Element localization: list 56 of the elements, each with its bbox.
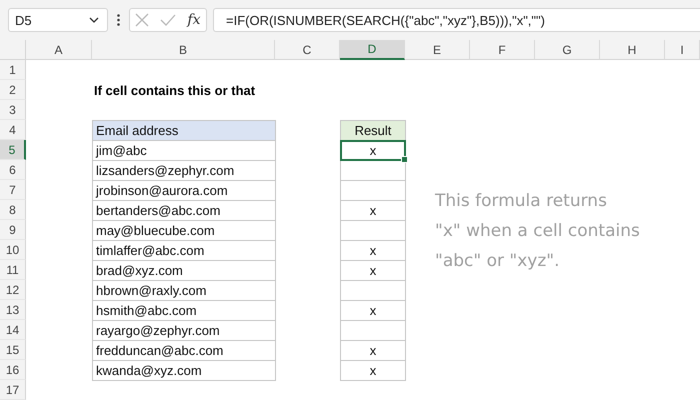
note-text: This formula returns "x" when a cell contains "abc" or "xyz". [434, 190, 641, 273]
formula-field[interactable]: =IF(OR(ISNUMBER(SEARCH({"abc","xyz"},B5))),"x","") [213, 8, 700, 32]
table-cell: jrobinson@aurora.com [92, 180, 276, 201]
row-header[interactable]: 8 [0, 200, 26, 220]
table-cell: timlaffer@abc.com [92, 240, 276, 261]
row-header[interactable]: 3 [0, 100, 26, 120]
column-header[interactable]: I [665, 40, 700, 60]
column-header[interactable]: E [405, 40, 470, 60]
sheet-title: If cell contains this or that [93, 82, 256, 100]
table-cell: kwanda@xyz.com [92, 360, 276, 381]
table-cell: x [340, 240, 406, 261]
insert-function-button[interactable]: fx [187, 12, 200, 28]
row-header[interactable]: 15 [0, 340, 26, 360]
row-header[interactable]: 5 [0, 140, 26, 160]
table-cell: may@bluecube.com [92, 220, 276, 241]
column-header[interactable]: D [340, 40, 405, 60]
row-header[interactable]: 1 [0, 60, 26, 80]
table-header: Email address [92, 120, 276, 141]
table-cell: hbrown@raxly.com [92, 280, 276, 301]
row-header[interactable]: 10 [0, 240, 26, 260]
row-header[interactable]: 7 [0, 180, 26, 200]
check-icon[interactable] [160, 14, 176, 26]
table-cell: x [340, 260, 406, 281]
row-header[interactable]: 17 [0, 380, 26, 400]
column-header[interactable]: B [92, 40, 275, 60]
name-box[interactable]: D5 [8, 8, 108, 32]
column-header[interactable]: F [470, 40, 535, 60]
table-cell: x [340, 360, 406, 381]
row-header[interactable]: 4 [0, 120, 26, 140]
row-header[interactable]: 11 [0, 260, 26, 280]
table-cell: fredduncan@abc.com [92, 340, 276, 361]
row-header[interactable]: 2 [0, 80, 26, 100]
table-cell: bertanders@abc.com [92, 200, 276, 221]
row-header[interactable]: 16 [0, 360, 26, 380]
row-header[interactable]: 12 [0, 280, 26, 300]
table-cell: x [340, 340, 406, 361]
column-header[interactable]: H [600, 40, 665, 60]
row-header[interactable]: 14 [0, 320, 26, 340]
row-header[interactable]: 6 [0, 160, 26, 180]
row-header[interactable]: 13 [0, 300, 26, 320]
row-header[interactable]: 9 [0, 220, 26, 240]
table-cell: brad@xyz.com [92, 260, 276, 281]
more-icon[interactable] [117, 14, 120, 26]
column-header[interactable]: G [535, 40, 600, 60]
table-cell: jim@abc [92, 140, 276, 161]
table-cell: hsmith@abc.com [92, 300, 276, 321]
column-header[interactable]: A [26, 40, 92, 60]
table-header: Result [340, 120, 406, 141]
table-cell[interactable]: x [340, 140, 406, 161]
table-cell: x [340, 300, 406, 321]
table-cell: rayargo@zephyr.com [92, 320, 276, 341]
table-cell: lizsanders@zephyr.com [92, 160, 276, 181]
caret-icon[interactable] [89, 17, 99, 23]
column-header[interactable]: C [275, 40, 340, 60]
fill-handle[interactable] [401, 156, 408, 163]
table-cell: x [340, 200, 406, 221]
